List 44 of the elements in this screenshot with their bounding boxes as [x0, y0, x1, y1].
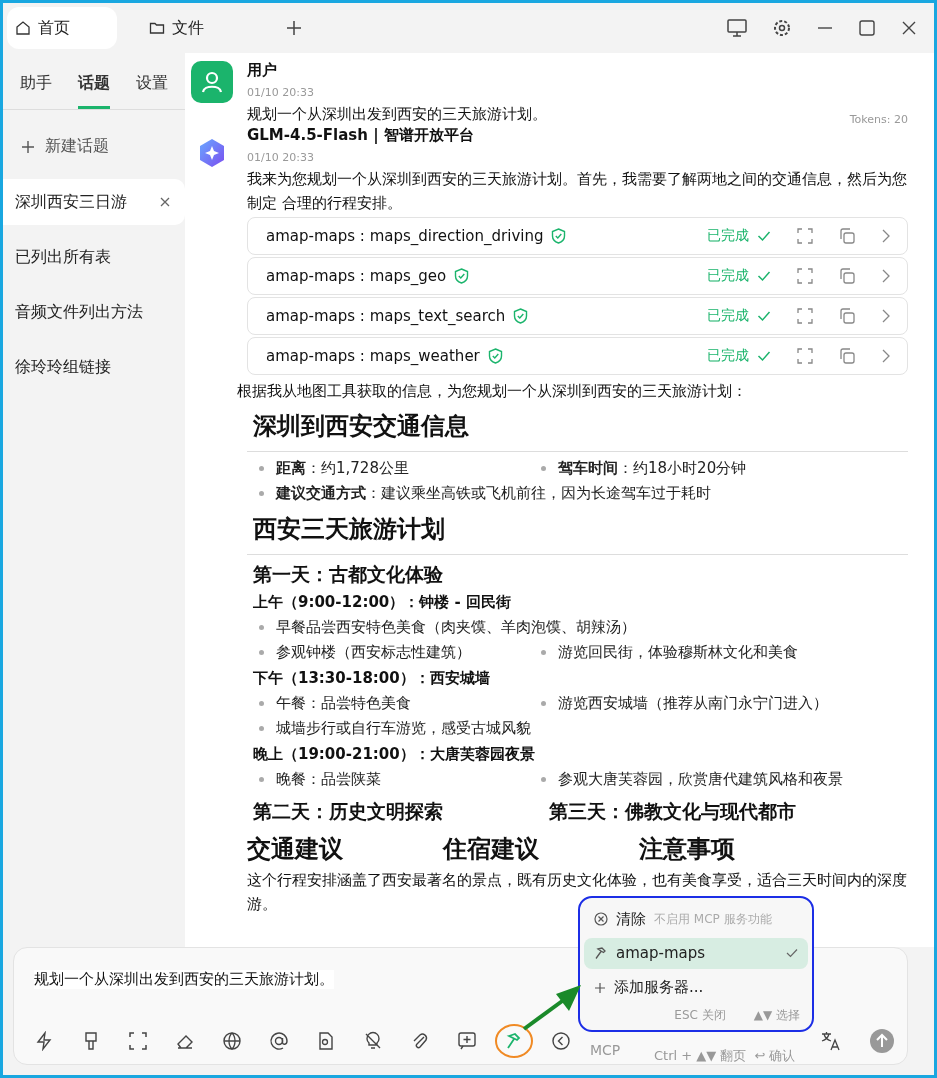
shortcut-hint: ESC 关闭 — [674, 1007, 726, 1024]
shortcut-hint: ▲▼ 选择 — [753, 1007, 800, 1024]
token-count: Tokens: 20 — [849, 113, 908, 126]
message-text: 规划一个从深圳出发到西安的三天旅游计划。 — [247, 104, 547, 125]
list-item: 建议交通方式：建议乘坐高铁或飞机前往，因为长途驾车过于耗时 — [276, 483, 711, 504]
list-item: 游览西安城墙（推荐从南门永宁门进入） — [558, 693, 828, 714]
heading: 注意事项 — [639, 834, 735, 865]
list-item: 距离：约1,728公里 — [276, 458, 409, 479]
heading: 晚上（19:00-21:00）：大唐芙蓉园夜景 — [252, 744, 536, 765]
menu-hint: 不启用 MCP 服务功能 — [654, 910, 772, 928]
tool-name: amap-maps : maps_text_search — [266, 307, 506, 325]
heading: 第三天：佛教文化与现代都市 — [548, 799, 796, 824]
tool-name: amap-maps : maps_weather — [266, 347, 480, 365]
list-item: 晚餐：品尝陕菜 — [276, 769, 381, 790]
tool-name: amap-maps : maps_geo — [266, 267, 447, 285]
list-item: 城墙步行或自行车游览，感受古城风貌 — [276, 718, 531, 739]
list-item: 早餐品尝西安特色美食（肉夹馍、羊肉泡馍、胡辣汤） — [276, 617, 636, 638]
heading: 第二天：历史文明探索 — [252, 799, 443, 824]
list-item: 驾车时间：约18小时20分钟 — [558, 458, 747, 479]
heading: 下午（13:30-18:00）：西安城墙 — [252, 668, 491, 689]
status-label: 已完成 — [707, 227, 749, 245]
message-time: 01/10 20:33 — [247, 151, 315, 164]
tool-name: amap-maps : maps_direction_driving — [266, 227, 544, 245]
shortcut-hint: ↩ 确认 — [754, 1047, 796, 1065]
list-item: 参观钟楼（西安标志性建筑） — [276, 642, 471, 663]
heading: 住宿建议 — [443, 834, 539, 865]
list-item: 参观大唐芙蓉园，欣赏唐代建筑风格和夜景 — [558, 769, 843, 790]
sender-name: 用户 — [247, 61, 278, 80]
status-label: 已完成 — [707, 347, 749, 365]
list-item: 午餐：品尝特色美食 — [276, 693, 411, 714]
paragraph: 根据我从地图工具获取的信息，为您规划一个从深圳到西安的三天旅游计划： — [237, 381, 748, 402]
shortcut-hint: Ctrl + ▲▼ 翻页 — [654, 1047, 747, 1065]
message-time: 01/10 20:33 — [247, 86, 315, 99]
heading: 西安三天旅游计划 — [247, 506, 908, 555]
heading: 深圳到西安交通信息 — [247, 403, 908, 452]
heading: 第一天：古都文化体验 — [252, 562, 444, 587]
mcp-label: MCP — [590, 1042, 621, 1058]
heading: 上午（9:00-12:00）：钟楼 - 回民街 — [252, 592, 512, 613]
message-text: 我来为您规划一个从深圳到西安的三天旅游计划。首先，我需要了解两地之间的交通信息，然后为您制定 合理的行程安排。 — [247, 169, 908, 214]
heading: 交通建议 — [247, 834, 343, 865]
list-item: 游览回民街，体验穆斯林文化和美食 — [558, 642, 798, 663]
status-label: 已完成 — [707, 267, 749, 285]
sender-name: GLM-4.5-Flash | 智谱开放平台 — [247, 126, 475, 145]
status-label: 已完成 — [707, 307, 749, 325]
